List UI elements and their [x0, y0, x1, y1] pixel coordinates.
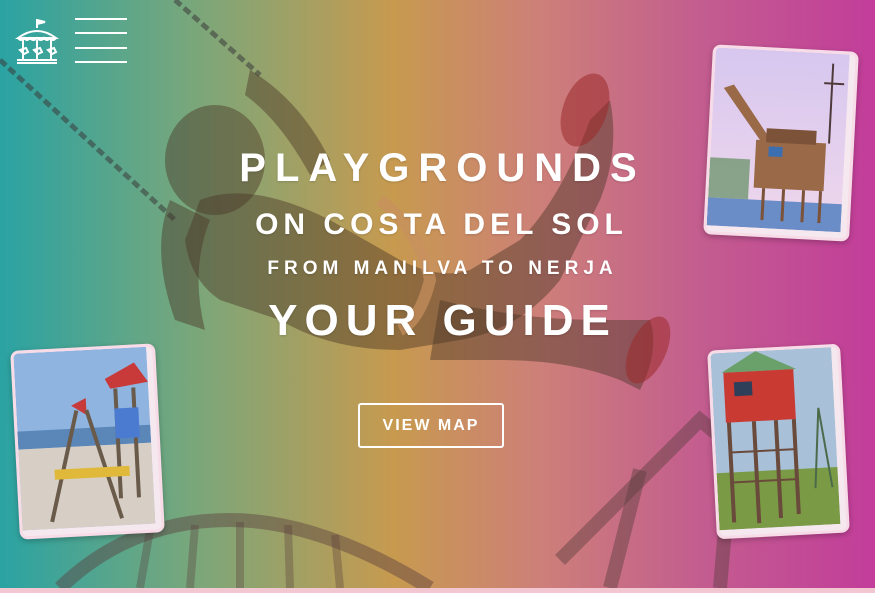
- playground-tower-photo: [710, 347, 841, 531]
- carousel-icon: [14, 19, 60, 64]
- view-map-button[interactable]: VIEW MAP: [358, 403, 504, 448]
- bottom-strip: [0, 588, 875, 593]
- hero-guide-title: YOUR GUIDE: [268, 296, 617, 345]
- beach-playground-photo: [13, 346, 156, 531]
- menu-bar: [75, 47, 127, 49]
- hamburger-menu-button[interactable]: [75, 18, 127, 64]
- playground-photo-card-top-right[interactable]: [703, 44, 859, 242]
- menu-bar: [75, 61, 127, 63]
- playground-photo-card-bottom-right[interactable]: [707, 343, 850, 540]
- hero-section: PLAYGROUNDS ON COSTA DEL SOL FROM MANILV…: [0, 0, 875, 588]
- playground-photo-card-bottom-left[interactable]: [10, 343, 165, 540]
- menu-bar: [75, 32, 127, 34]
- hero-tagline: FROM MANILVA TO NERJA: [267, 258, 618, 279]
- playground-ship-photo: [706, 47, 850, 233]
- menu-bar: [75, 18, 127, 20]
- site-logo[interactable]: [12, 16, 62, 66]
